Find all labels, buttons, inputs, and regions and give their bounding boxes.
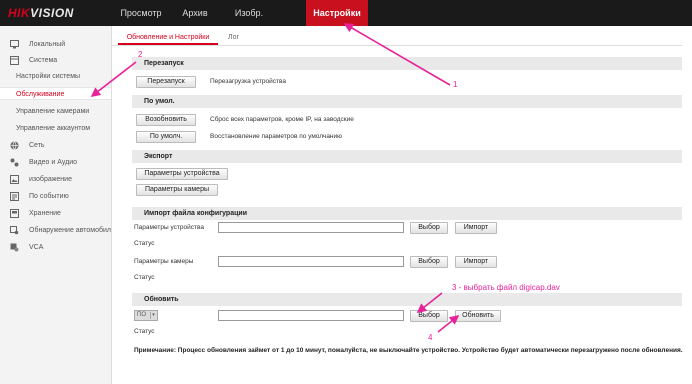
section-header-import-config: Импорт файла конфигурации [132,207,682,220]
sidebar-item-network[interactable]: Сеть [0,139,111,152]
vca-icon [10,243,19,252]
annotation-label-3: 3 - выбрать файл digicap.dav [452,283,560,292]
section-header-upgrade: Обновить [132,293,682,306]
import-device-file-input[interactable] [218,222,404,233]
hikvision-logo: HIKVISION [8,6,74,20]
tab-log[interactable]: Лог [228,31,252,45]
globe-icon [10,141,19,150]
sidebar-item-vehicle-detection[interactable]: Обнаружение автомобиля [0,224,111,237]
import-camera-parameters-label: Параметры камеры [134,258,194,265]
sidebar-item-local[interactable]: Локальный [0,38,111,51]
import-device-status-label: Статус [134,240,155,247]
chevron-down-icon: ▾ [150,312,156,319]
tab-divider [112,45,682,46]
sidebar-item-label: По событию [29,193,69,200]
restart-button[interactable]: Перезапуск [136,76,196,88]
nav-tab-configuration[interactable]: Настройки [306,0,368,26]
system-icon [10,56,19,65]
upgrade-note: Примечание: Процесс обновления займет от… [134,347,683,354]
sidebar-item-label: Обслуживание [16,91,65,98]
sidebar-item-label: Локальный [29,41,66,48]
sidebar-item-video-audio[interactable]: Видео и Аудио [0,156,111,169]
import-camera-file-input[interactable] [218,256,404,267]
upgrade-type-select[interactable]: ПО ▾ [134,310,158,321]
restart-description: Перезагрузка устройства [210,78,287,85]
annotation-label-4: 4 [428,333,433,342]
sidebar-item-label: Видео и Аудио [29,159,77,166]
monitor-icon [10,40,19,49]
nav-tab-picture[interactable]: Изобр. [226,0,272,26]
default-button[interactable]: По умолч. [136,131,196,143]
storage-icon [10,209,19,218]
section-header-restart: Перезапуск [132,57,682,70]
top-navigation-bar: HIKVISION Просмотр Архив Изобр. Настройк… [0,0,692,26]
video-audio-icon [10,158,19,167]
upgrade-button[interactable]: Обновить [455,310,501,322]
sidebar-item-account-management[interactable]: Управление аккаунтом [0,122,111,135]
sidebar-item-vca[interactable]: VCA [0,241,111,254]
sidebar-item-maintenance[interactable]: Обслуживание [0,87,111,100]
import-camera-import-button[interactable]: Импорт [455,256,497,268]
sidebar-item-label: изображение [29,176,72,183]
nav-tab-playback[interactable]: Архив [175,0,215,26]
sidebar: Локальный Система Настройки системы Обсл… [0,26,112,384]
tab-upgrade-maintenance[interactable]: Обновление и Настройки [118,31,218,45]
sidebar-item-label: Хранение [29,210,61,217]
import-device-parameters-label: Параметры устройства [134,224,204,231]
export-camera-parameters-button[interactable]: Параметры камеры [136,184,218,196]
restore-button[interactable]: Возобновить [136,114,196,126]
sidebar-item-event[interactable]: По событию [0,190,111,203]
sidebar-item-label: Настройки системы [16,73,81,80]
sidebar-item-image[interactable]: изображение [0,173,111,186]
sidebar-item-label: Сеть [29,142,45,149]
sidebar-item-label: Обнаружение автомобиля [29,227,111,234]
annotation-label-2: 2 [138,50,143,59]
sidebar-item-system-settings[interactable]: Настройки системы [0,70,111,83]
restore-description: Сброс всех параметров, кроме IP, на заво… [210,116,354,123]
nav-tab-live-view[interactable]: Просмотр [116,0,166,26]
main-content: Обновление и Настройки Лог Перезапуск Пе… [112,26,692,384]
sidebar-item-label: Управление аккаунтом [16,125,91,132]
section-header-export: Экспорт [132,150,682,163]
import-camera-status-label: Статус [134,274,155,281]
vehicle-detection-icon [10,226,19,235]
import-device-browse-button[interactable]: Выбор [410,222,448,234]
sidebar-item-storage[interactable]: Хранение [0,207,111,220]
section-header-default: По умол. [132,95,682,108]
sidebar-item-label: Управление камерами [16,108,90,115]
sidebar-item-camera-management[interactable]: Управление камерами [0,105,111,118]
import-camera-browse-button[interactable]: Выбор [410,256,448,268]
upgrade-browse-button[interactable]: Выбор [410,310,448,322]
image-icon [10,175,19,184]
upgrade-status-label: Статус [134,328,155,335]
event-icon [10,192,19,201]
export-device-parameters-button[interactable]: Параметры устройства [136,168,228,180]
default-description: Восстановление параметров по умолчанию [210,133,343,140]
sidebar-item-system[interactable]: Система [0,54,111,67]
annotation-label-1: 1 [453,80,458,89]
import-device-import-button[interactable]: Импорт [455,222,497,234]
sidebar-item-label: VCA [29,244,44,251]
upgrade-file-input[interactable] [218,310,404,321]
upgrade-type-value: ПО [137,312,146,318]
sidebar-item-label: Система [29,57,58,64]
